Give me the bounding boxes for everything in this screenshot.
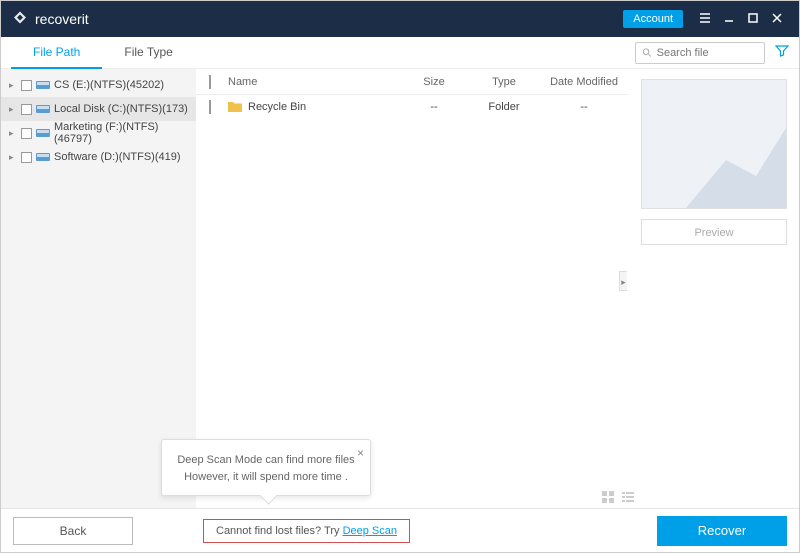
preview-pane: Preview <box>629 69 799 509</box>
checkbox[interactable] <box>21 152 32 163</box>
checkbox[interactable] <box>21 80 32 91</box>
tooltip-close-icon[interactable]: × <box>357 444 364 462</box>
tab-file-path[interactable]: File Path <box>11 37 102 69</box>
tree-label: Local Disk (C:)(NTFS)(173) <box>54 103 188 115</box>
file-type: Folder <box>469 101 539 113</box>
list-view-icon[interactable] <box>621 490 635 504</box>
tooltip-line2: However, it will spend more time . <box>176 469 356 486</box>
disk-icon <box>36 104 50 114</box>
recover-button[interactable]: Recover <box>657 516 787 546</box>
chevron-right-icon[interactable]: ▸ <box>9 80 17 91</box>
logo-text-main: recover <box>35 11 82 27</box>
preview-thumbnail <box>641 79 787 209</box>
grid-view-icon[interactable] <box>601 490 615 504</box>
footer: Back Cannot find lost files? Try Deep Sc… <box>1 508 799 552</box>
logo-text-suffix: it <box>82 11 89 27</box>
deep-scan-prompt: Cannot find lost files? Try Deep Scan <box>203 519 410 543</box>
file-row[interactable]: Recycle Bin -- Folder -- <box>196 95 629 119</box>
chevron-right-icon[interactable]: ▸ <box>9 152 17 163</box>
view-mode-toggle <box>601 490 635 504</box>
search-icon <box>642 47 652 58</box>
tooltip-line1: Deep Scan Mode can find more files <box>176 452 356 469</box>
minimize-icon[interactable] <box>717 12 741 27</box>
folder-icon <box>228 101 242 113</box>
tree-label: Software (D:)(NTFS)(419) <box>54 151 181 163</box>
row-checkbox[interactable] <box>209 100 211 114</box>
file-size: -- <box>399 101 469 113</box>
menu-icon[interactable] <box>693 12 717 27</box>
chevron-right-icon[interactable]: ▸ <box>9 128 17 139</box>
checkbox[interactable] <box>21 104 32 115</box>
tree-item-marketing[interactable]: ▸ Marketing (F:)(NTFS)(46797) <box>1 121 196 145</box>
view-tabs: File Path File Type <box>11 37 195 69</box>
chevron-right-icon[interactable]: ▸ <box>9 104 17 115</box>
toolbar: File Path File Type <box>1 37 799 69</box>
search-input[interactable] <box>657 47 758 59</box>
tree-item-cs[interactable]: ▸ CS (E:)(NTFS)(45202) <box>1 73 196 97</box>
close-icon[interactable] <box>765 12 789 27</box>
column-headers: Name Size Type Date Modified <box>196 69 629 95</box>
app-logo: recoverit <box>11 10 89 28</box>
back-button[interactable]: Back <box>13 517 133 545</box>
filter-icon[interactable] <box>775 44 789 61</box>
tree-label: Marketing (F:)(NTFS)(46797) <box>54 121 196 145</box>
col-date[interactable]: Date Modified <box>539 76 629 88</box>
deep-scan-text: Cannot find lost files? Try <box>216 525 343 537</box>
preview-collapse-handle[interactable]: ▸ <box>619 271 627 291</box>
deep-scan-link[interactable]: Deep Scan <box>343 525 397 537</box>
col-name[interactable]: Name <box>224 76 399 88</box>
disk-icon <box>36 152 50 162</box>
tree-label: CS (E:)(NTFS)(45202) <box>54 79 164 91</box>
account-button[interactable]: Account <box>623 10 683 28</box>
disk-icon <box>36 80 50 90</box>
title-bar: recoverit Account <box>1 1 799 37</box>
tab-file-type[interactable]: File Type <box>102 37 194 69</box>
checkbox[interactable] <box>21 128 32 139</box>
file-name: Recycle Bin <box>248 101 306 113</box>
search-box[interactable] <box>635 42 765 64</box>
logo-icon <box>11 10 29 28</box>
col-size[interactable]: Size <box>399 76 469 88</box>
tree-item-local-disk[interactable]: ▸ Local Disk (C:)(NTFS)(173) <box>1 97 196 121</box>
select-all-checkbox[interactable] <box>209 75 211 89</box>
disk-icon <box>36 128 50 138</box>
deep-scan-tooltip: × Deep Scan Mode can find more files How… <box>161 439 371 496</box>
tree-item-software[interactable]: ▸ Software (D:)(NTFS)(419) <box>1 145 196 169</box>
maximize-icon[interactable] <box>741 12 765 27</box>
col-type[interactable]: Type <box>469 76 539 88</box>
file-date: -- <box>539 101 629 113</box>
preview-button[interactable]: Preview <box>641 219 787 245</box>
